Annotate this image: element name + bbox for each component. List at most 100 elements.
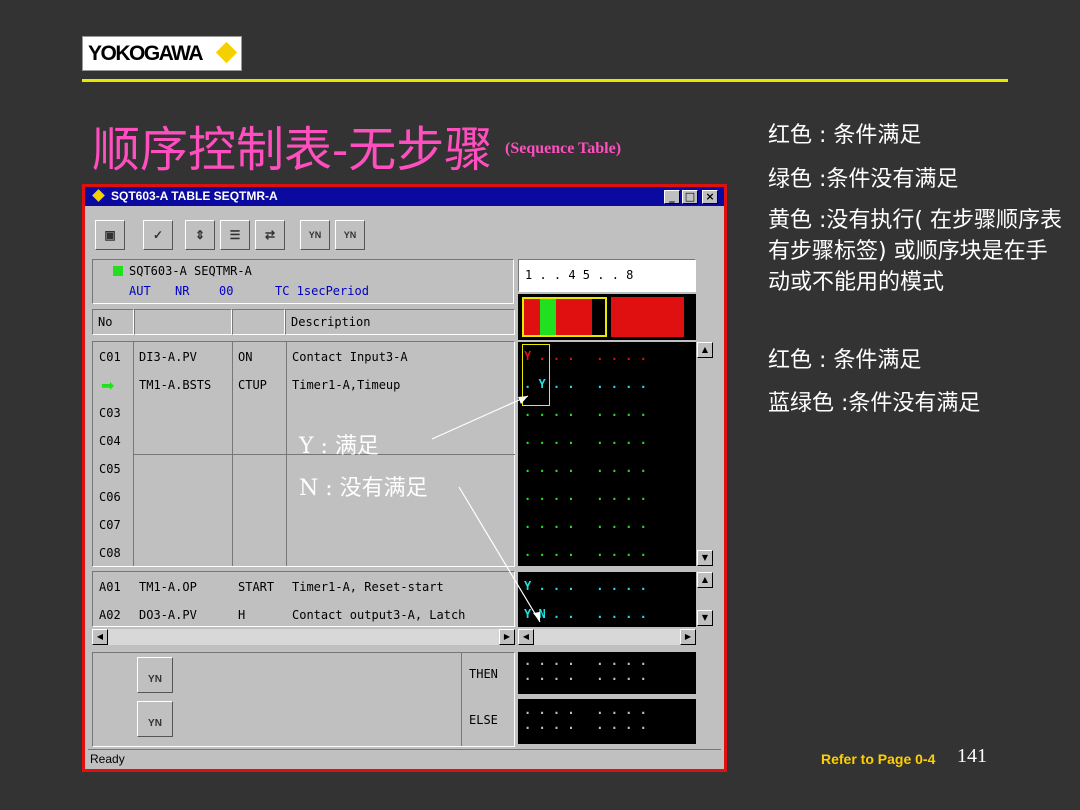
cond-marks-row: . . . . . . . . [524,545,647,559]
action-tag: DO3-A.PV [139,608,197,622]
then-else-panel: YN YN THEN ELSE [92,652,515,747]
action-marks-grid: Y . . . . . . . Y N . . . . . . [518,572,696,627]
condition-scrollbar[interactable]: ▲ ▼ [697,342,713,566]
cond-no: C05 [99,462,121,476]
then-label: THEN [469,667,498,681]
window-title: SQT603-A TABLE SEQTMR-A [111,189,278,203]
faceplate-icon-button[interactable]: ▣ [95,220,125,250]
scroll-left-icon[interactable]: ◀ [518,629,534,645]
scroll-right-icon[interactable]: ▶ [499,629,515,645]
cond-data: CTUP [238,378,267,392]
header-rule [82,79,1008,82]
yokogawa-logo: YOKOGAWA [82,36,242,71]
action-no: A01 [99,580,121,594]
scroll-left-icon[interactable]: ◀ [92,629,108,645]
alarm-value: NR [175,284,190,298]
col-header-description: Description [285,309,515,335]
page-number: 141 [957,745,987,767]
cond-tag: TM1-A.BSTS [139,378,212,392]
close-button[interactable]: × [702,190,718,204]
window-diamond-icon [92,189,105,202]
annotation-y: Y : 满足 [299,434,379,459]
cond-no: C06 [99,490,121,504]
else-yn-toggle[interactable]: YN [137,701,173,737]
cond-desc: Timer1-A,Timeup [292,378,401,392]
window-titlebar[interactable]: SQT603-A TABLE SEQTMR-A _ □ × [85,187,724,206]
action-marks-row: Y N . . . . . . [524,607,647,621]
cond-no: C08 [99,546,121,560]
scroll-right-icon[interactable]: ▶ [680,629,696,645]
pending-step-frame [522,344,550,406]
cond-tag: DI3-A.PV [139,350,197,364]
step-forward-yn-button[interactable]: YN [335,220,365,250]
col-no-label: No [98,315,113,329]
cond-marks-row: . . . . . . . . [524,461,647,475]
col-desc-label: Description [291,315,371,329]
cond-no: C07 [99,518,121,532]
logo-text: YOKOGAWA [88,42,204,65]
annotation-n: N : 没有满足 [299,476,428,501]
legend-red-satisfied-2: 红色 : 条件满足 [768,348,922,373]
action-rows: A01 TM1-A.OP START Timer1-A, Reset-start… [92,571,515,627]
action-data: H [238,608,246,622]
pending-frame [522,297,607,337]
cond-marks-row: . . . . . . . . [524,517,647,531]
else-marks: . . . . . . . . . . . . . . . . [524,703,647,732]
cond-data: ON [238,350,253,364]
else-label: ELSE [469,713,498,727]
step-number-header: 1 . . 4 5 . . 8 [525,268,634,282]
data-value: 00 [219,284,234,298]
scroll-down-icon[interactable]: ▼ [697,550,713,566]
refer-link[interactable]: Refer to Page 0-4 [821,751,935,767]
step-status-bars [518,294,696,340]
cond-marks-row: . . . . . . . . [524,405,647,419]
condition-marks-grid: Y . . . . . . . . Y . . . . . . . . . . … [518,342,696,566]
yn-switch-icon-button[interactable]: ⇄ [255,220,285,250]
scroll-up-icon[interactable]: ▲ [697,342,713,358]
action-marks-row: Y . . . . . . . [524,579,647,593]
slide-subtitle: (Sequence Table) [505,140,622,157]
col-header-no: No [92,309,134,335]
confirm-check-icon-button[interactable]: ✓ [143,220,173,250]
tag-name: SQT603-A SEQTMR-A [129,264,252,278]
tc-value: TC 1secPeriod [275,284,369,298]
cond-no: C04 [99,434,121,448]
scroll-up-icon[interactable]: ▲ [697,572,713,588]
col-header-data [232,309,285,335]
mode-value: AUT [129,284,151,298]
current-row-arrow-icon: ➡ [101,376,115,395]
else-marks-grid: . . . . . . . . . . . . . . . . [518,699,696,744]
adjust-icon-button[interactable]: ⇕ [185,220,215,250]
action-desc: Contact output3-A, Latch [292,608,466,622]
then-marks-grid: . . . . . . . . . . . . . . . . [518,652,696,694]
action-data: START [238,580,275,594]
horizontal-scrollbar-left[interactable]: ◀ ▶ [92,629,515,645]
cond-marks-row: . . . . . . . . [524,489,647,503]
action-tag: TM1-A.OP [139,580,197,594]
cond-desc: Contact Input3-A [292,350,408,364]
scroll-down-icon[interactable]: ▼ [697,610,713,626]
cond-marks-row: . . . . . . . . [524,433,647,447]
action-no: A02 [99,608,121,622]
slide-title: 顺序控制表-无步骤 [92,122,493,178]
legend-yellow-not-executed: 黄色 :没有执行( 在步骤顺序表有步骤标签) 或顺序块是在手动或不能用的模式 [768,208,1062,295]
horizontal-scrollbar-right[interactable]: ◀ ▶ [518,629,696,645]
action-desc: Timer1-A, Reset-start [292,580,444,594]
sort-icon-button[interactable]: ☰ [220,220,250,250]
col-header-tag [134,309,232,335]
action-scrollbar[interactable]: ▲ ▼ [697,572,713,627]
cond-no: C03 [99,406,121,420]
legend-red-satisfied: 红色 : 条件满足 [768,123,922,148]
status-bar: Ready [88,749,721,768]
maximize-button[interactable]: □ [682,190,698,204]
then-yn-toggle[interactable]: YN [137,657,173,693]
then-marks: . . . . . . . . . . . . . . . . [524,654,647,683]
minimize-button[interactable]: _ [664,190,680,204]
step-back-yn-button[interactable]: YN [300,220,330,250]
status-text: Ready [90,752,125,766]
step-header: 1 . . 4 5 . . 8 [518,259,696,292]
status-indicator-icon [113,266,123,276]
cond-no: C01 [99,350,121,364]
legend-green-not-satisfied: 绿色 :条件没有满足 [768,167,959,192]
legend-cyan-not-satisfied: 蓝绿色 :条件没有满足 [768,391,981,416]
